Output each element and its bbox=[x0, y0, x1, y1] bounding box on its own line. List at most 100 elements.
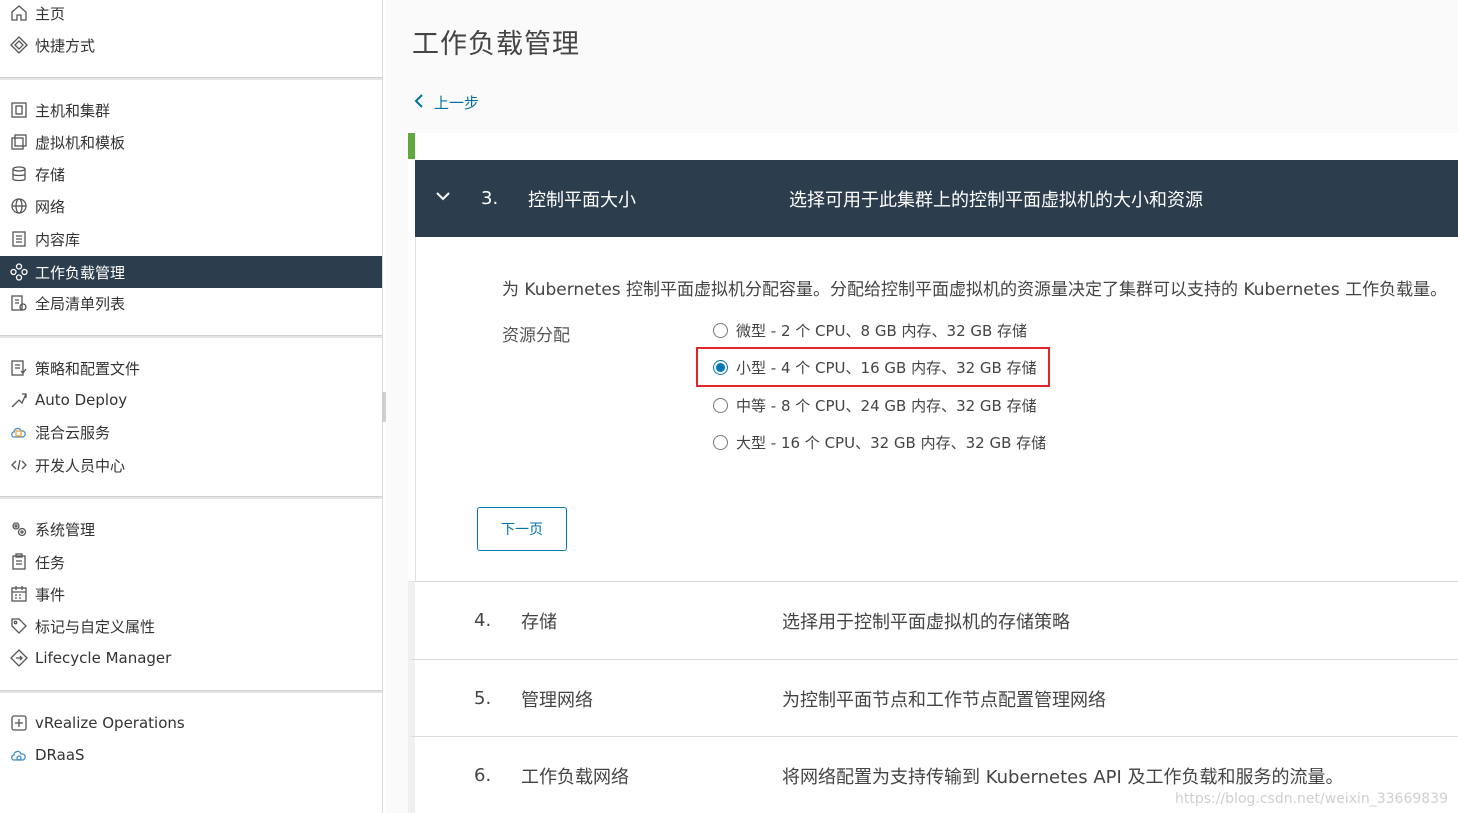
radio-label: 微型 - 2 个 CPU、8 GB 内存、32 GB 存储 bbox=[736, 321, 1028, 340]
sidebar-divider bbox=[0, 335, 382, 338]
step-title: 控制平面大小 bbox=[528, 189, 636, 211]
sidebar-item-label: 策略和配置文件 bbox=[35, 359, 141, 378]
vm-templates-icon bbox=[9, 132, 29, 152]
sidebar-item-label: Lifecycle Manager bbox=[35, 649, 172, 667]
step-row-storage[interactable]: 4. 存储 选择用于控制平面虚拟机的存储策略 bbox=[408, 581, 1458, 659]
developer-center-icon bbox=[9, 455, 29, 475]
sidebar-item-label: 主页 bbox=[35, 4, 66, 23]
step-number: 6. bbox=[474, 765, 492, 786]
sidebar-item-label: 主机和集群 bbox=[35, 101, 111, 120]
sidebar-item-label: 任务 bbox=[35, 553, 66, 572]
sidebar-item-content-library[interactable]: 内容库 bbox=[0, 223, 382, 255]
home-icon bbox=[9, 3, 29, 23]
sidebar-item-vrealize-operations[interactable]: vRealize Operations bbox=[0, 707, 382, 739]
shortcuts-icon bbox=[9, 35, 29, 55]
step-number: 5. bbox=[474, 688, 492, 709]
main-content: 工作负载管理 上一步 3. 控制平面大小 选择可用于此集群上的控制平面虚拟机的大… bbox=[386, 0, 1458, 813]
chevron-left-icon bbox=[414, 93, 424, 112]
content-library-icon bbox=[9, 229, 29, 249]
sidebar-item-shortcuts[interactable]: 快捷方式 bbox=[0, 29, 382, 61]
sidebar-item-developer-center[interactable]: 开发人员中心 bbox=[0, 449, 382, 481]
sidebar-item-storage[interactable]: 存储 bbox=[0, 158, 382, 190]
step-title: 工作负载网络 bbox=[521, 766, 629, 788]
sidebar-item-draas[interactable]: DRaaS bbox=[0, 739, 382, 771]
sidebar-item-hosts-clusters[interactable]: 主机和集群 bbox=[0, 94, 382, 126]
progress-indicator bbox=[408, 133, 415, 159]
sidebar-item-home[interactable]: 主页 bbox=[0, 0, 382, 29]
step-description: 将网络配置为支持传输到 Kubernetes API 及工作负载和服务的流量。 bbox=[782, 766, 1344, 788]
lifecycle-icon bbox=[9, 648, 29, 668]
back-link-label: 上一步 bbox=[434, 94, 480, 112]
step-number: 4. bbox=[474, 610, 492, 631]
step-description: 选择用于控制平面虚拟机的存储策略 bbox=[782, 611, 1070, 633]
annotation-highlight-box bbox=[696, 347, 1050, 387]
step-title: 存储 bbox=[521, 611, 557, 633]
sidebar-item-vm-templates[interactable]: 虚拟机和模板 bbox=[0, 126, 382, 158]
wizard: 3. 控制平面大小 选择可用于此集群上的控制平面虚拟机的大小和资源 为 Kube… bbox=[408, 133, 1458, 813]
radio-button[interactable] bbox=[713, 397, 728, 413]
sidebar-divider bbox=[0, 496, 382, 499]
sidebar-item-label: 全局清单列表 bbox=[35, 294, 126, 313]
sidebar-item-events[interactable]: 事件 bbox=[0, 578, 382, 610]
radio-label: 中等 - 8 个 CPU、24 GB 内存、32 GB 存储 bbox=[736, 396, 1037, 415]
hosts-clusters-icon bbox=[9, 100, 29, 120]
network-icon bbox=[9, 196, 29, 216]
page-title: 工作负载管理 bbox=[412, 29, 580, 60]
sidebar-divider bbox=[0, 690, 382, 693]
sidebar-item-workload-management[interactable]: 工作负载管理 bbox=[0, 256, 382, 288]
sidebar-item-policies-profiles[interactable]: 策略和配置文件 bbox=[0, 352, 382, 384]
chevron-down-icon bbox=[435, 188, 455, 208]
step-description: 为控制平面节点和工作节点配置管理网络 bbox=[782, 689, 1106, 711]
draas-icon bbox=[9, 745, 29, 765]
sidebar-item-label: DRaaS bbox=[35, 746, 85, 764]
step-number: 3. bbox=[481, 188, 499, 209]
sidebar-item-label: 存储 bbox=[35, 165, 66, 184]
tags-icon bbox=[9, 616, 29, 636]
resource-allocation-label: 资源分配 bbox=[502, 326, 570, 346]
hybrid-cloud-icon bbox=[9, 422, 29, 442]
app-root: 主页 快捷方式 主机和集群 虚拟机和模板 存储 网络 内容库 工作负载管理 全局… bbox=[0, 0, 1458, 813]
step-description: 选择可用于此集群上的控制平面虚拟机的大小和资源 bbox=[789, 189, 1203, 211]
sidebar-item-label: 开发人员中心 bbox=[35, 456, 126, 475]
administration-icon bbox=[9, 519, 29, 539]
step-header-control-plane-size[interactable]: 3. 控制平面大小 选择可用于此集群上的控制平面虚拟机的大小和资源 bbox=[415, 160, 1458, 237]
sidebar-item-global-inventory[interactable]: 全局清单列表 bbox=[0, 287, 382, 319]
events-icon bbox=[9, 584, 29, 604]
global-inventory-icon bbox=[9, 293, 29, 313]
radio-option-medium[interactable]: 中等 - 8 个 CPU、24 GB 内存、32 GB 存储 bbox=[713, 393, 1037, 417]
step-title: 管理网络 bbox=[521, 689, 593, 711]
auto-deploy-icon bbox=[9, 390, 29, 410]
sidebar-item-label: 事件 bbox=[35, 585, 66, 604]
workload-management-icon bbox=[9, 262, 29, 282]
sidebar-item-label: 快捷方式 bbox=[35, 36, 96, 55]
watermark: https://blog.csdn.net/weixin_33669839 bbox=[1174, 791, 1448, 807]
sidebar-item-label: 混合云服务 bbox=[35, 423, 111, 442]
sidebar-item-administration[interactable]: 系统管理 bbox=[0, 513, 382, 545]
step-row-management-network[interactable]: 5. 管理网络 为控制平面节点和工作节点配置管理网络 bbox=[408, 659, 1458, 737]
sidebar-item-label: 虚拟机和模板 bbox=[35, 133, 126, 152]
sidebar-item-network[interactable]: 网络 bbox=[0, 190, 382, 222]
sidebar-item-tasks[interactable]: 任务 bbox=[0, 546, 382, 578]
next-button[interactable]: 下一页 bbox=[477, 507, 567, 551]
policies-profiles-icon bbox=[9, 358, 29, 378]
back-link[interactable]: 上一步 bbox=[414, 92, 479, 113]
sidebar-item-label: 内容库 bbox=[35, 230, 81, 249]
sidebar-item-auto-deploy[interactable]: Auto Deploy bbox=[0, 384, 382, 416]
sidebar-divider bbox=[0, 77, 382, 80]
sidebar: 主页 快捷方式 主机和集群 虚拟机和模板 存储 网络 内容库 工作负载管理 全局… bbox=[0, 0, 383, 813]
sidebar-item-hybrid-cloud[interactable]: 混合云服务 bbox=[0, 416, 382, 448]
sidebar-item-lifecycle-manager[interactable]: Lifecycle Manager bbox=[0, 642, 382, 674]
sidebar-item-label: 工作负载管理 bbox=[35, 263, 126, 282]
step-body: 为 Kubernetes 控制平面虚拟机分配容量。分配给控制平面虚拟机的资源量决… bbox=[415, 237, 1458, 581]
sidebar-item-label: 标记与自定义属性 bbox=[35, 617, 156, 636]
radio-button[interactable] bbox=[713, 434, 728, 450]
radio-option-large[interactable]: 大型 - 16 个 CPU、32 GB 内存、32 GB 存储 bbox=[713, 430, 1046, 454]
tasks-icon bbox=[9, 552, 29, 572]
sidebar-item-tags[interactable]: 标记与自定义属性 bbox=[0, 610, 382, 642]
sidebar-item-label: 网络 bbox=[35, 197, 66, 216]
sidebar-item-label: vRealize Operations bbox=[35, 714, 185, 732]
radio-label: 大型 - 16 个 CPU、32 GB 内存、32 GB 存储 bbox=[736, 433, 1047, 452]
storage-icon bbox=[9, 164, 29, 184]
radio-option-tiny[interactable]: 微型 - 2 个 CPU、8 GB 内存、32 GB 存储 bbox=[713, 318, 1027, 342]
radio-button[interactable] bbox=[713, 322, 728, 338]
